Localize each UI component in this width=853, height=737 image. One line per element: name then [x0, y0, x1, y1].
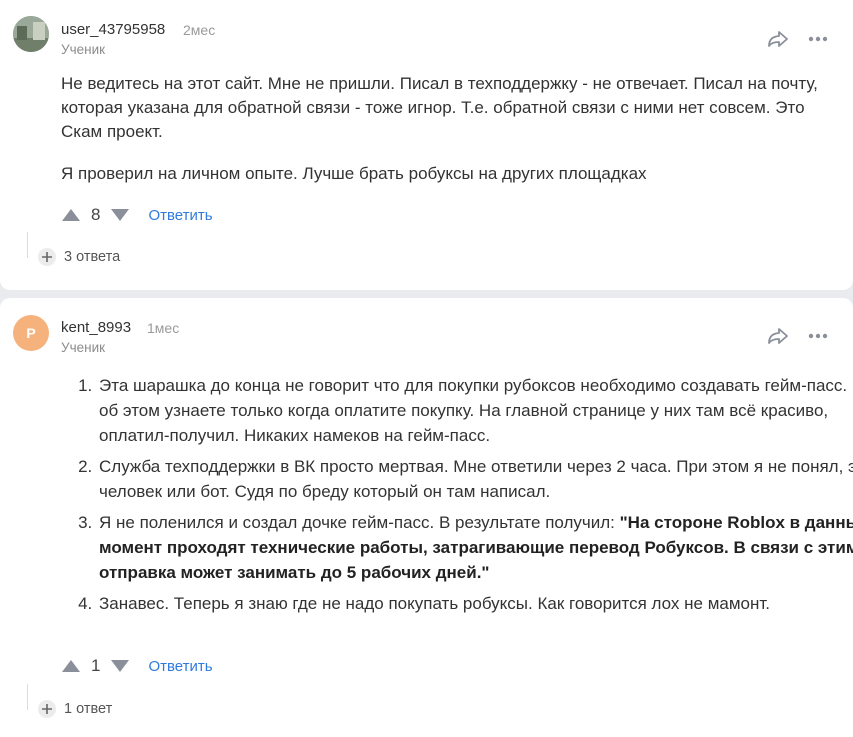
comment-time: 1мес	[147, 320, 180, 336]
comment-time: 2мес	[183, 22, 216, 38]
plus-icon	[38, 700, 56, 718]
comment-card: P kent_8993 1мес Ученик Эта шарашка до к…	[0, 298, 853, 737]
share-icon[interactable]	[766, 29, 790, 49]
thread-line	[27, 232, 28, 258]
avatar[interactable]: P	[13, 315, 49, 351]
reply-link[interactable]: Ответить	[148, 658, 212, 675]
comment-list: Эта шарашка до конца не говорит что для …	[61, 373, 853, 622]
comment-paragraph: Не ведитесь на этот сайт. Мне не пришли.…	[61, 74, 818, 141]
plus-icon	[38, 248, 56, 266]
user-role: Ученик	[61, 340, 106, 355]
show-answers-button[interactable]: 3 ответа	[38, 248, 120, 266]
list-item-text: Занавес. Теперь я знаю где не надо покуп…	[99, 594, 771, 613]
comment-text: Я проверил на личном опыте. Лучше брать …	[61, 162, 831, 186]
list-item: Служба техподдержки в ВК просто мертвая.…	[97, 454, 853, 504]
upvote-icon[interactable]	[61, 659, 81, 673]
avatar[interactable]	[13, 16, 49, 52]
upvote-icon[interactable]	[61, 208, 81, 222]
list-item-text: Я не поленился и создал дочке гейм-пасс.…	[99, 513, 620, 532]
list-item-text: Служба техподдержки в ВК просто мертвая.…	[99, 457, 853, 501]
vote-count: 8	[91, 205, 101, 224]
answers-count: 1 ответ	[64, 701, 113, 717]
list-item: Занавес. Теперь я знаю где не надо покуп…	[97, 591, 853, 616]
show-answers-button[interactable]: 1 ответ	[38, 700, 112, 718]
thread-line	[27, 684, 28, 710]
more-icon[interactable]	[806, 326, 830, 346]
comment-card: user_43795958 2мес Ученик Не ведитесь на…	[0, 0, 853, 290]
comment-paragraph: Я проверил на личном опыте. Лучше брать …	[61, 164, 647, 183]
vote-row: 1 Ответить	[61, 654, 213, 678]
username[interactable]: user_43795958	[61, 21, 165, 38]
vote-row: 8 Ответить	[61, 203, 213, 227]
downvote-icon[interactable]	[110, 208, 130, 222]
list-item: Я не поленился и создал дочке гейм-пасс.…	[97, 510, 853, 585]
share-icon[interactable]	[766, 326, 790, 346]
downvote-icon[interactable]	[110, 659, 130, 673]
reply-link[interactable]: Ответить	[148, 207, 212, 224]
user-role: Ученик	[61, 42, 106, 57]
vote-count: 1	[91, 656, 101, 675]
answers-count: 3 ответа	[64, 249, 121, 265]
username[interactable]: kent_8993	[61, 319, 131, 336]
list-item-text: Эта шарашка до конца не говорит что для …	[99, 376, 853, 445]
comment-text: Не ведитесь на этот сайт. Мне не пришли.…	[61, 72, 831, 144]
list-item: Эта шарашка до конца не говорит что для …	[97, 373, 853, 448]
more-icon[interactable]	[806, 29, 830, 49]
